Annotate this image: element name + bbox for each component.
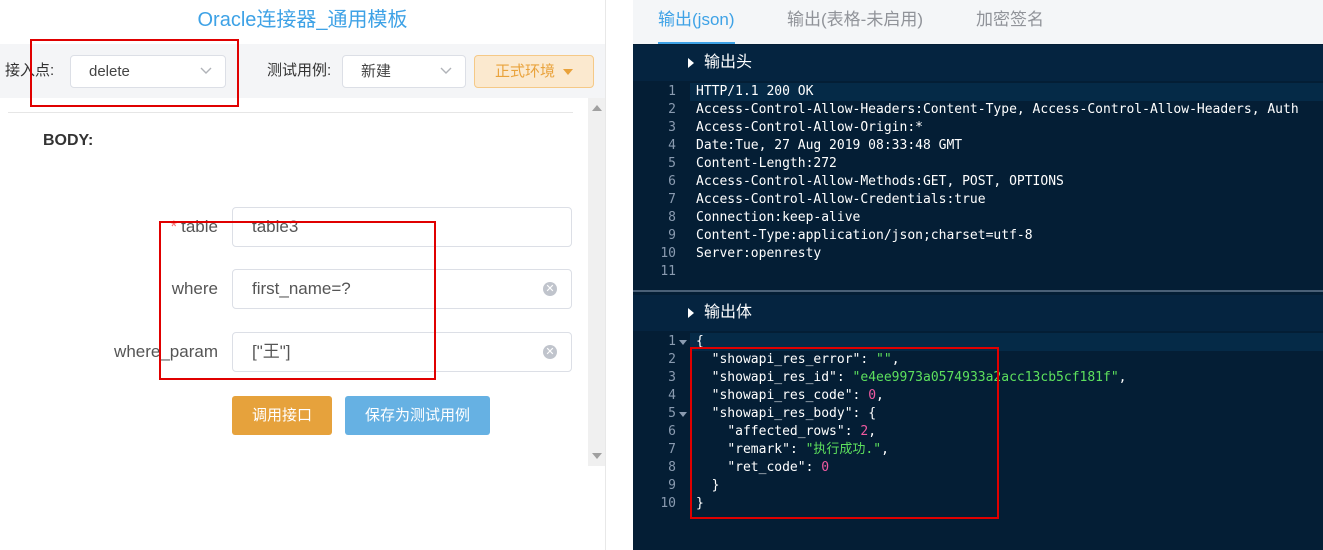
fold-icon[interactable] [679, 412, 687, 417]
testcase-label: 测试用例: [267, 62, 332, 79]
environment-label: 正式环境 [494, 63, 555, 80]
headers-section-title: 输出头 [704, 54, 753, 71]
output-tabs: 输出(json) 输出(表格-未启用) 加密签名 [633, 0, 1323, 44]
panel-splitter[interactable] [605, 0, 633, 550]
fold-icon[interactable] [679, 340, 687, 345]
app-window: Oracle连接器_通用模板 接入点: delete 测试用例: 新建 正式环境… [0, 0, 1323, 550]
form-scrollbar[interactable] [588, 98, 605, 466]
section-divider [633, 290, 1323, 292]
environment-dropdown-button[interactable]: 正式环境 [474, 55, 594, 88]
body-section-title: 输出体 [704, 304, 753, 321]
testcase-select[interactable]: 新建 [342, 55, 466, 88]
code-line: Access-Control-Allow-Credentials:true [696, 192, 986, 207]
body-section-label: BODY: [43, 132, 94, 149]
request-panel: Oracle连接器_通用模板 接入点: delete 测试用例: 新建 正式环境… [0, 0, 605, 550]
annotation-box-response [690, 347, 999, 519]
caret-right-icon [688, 308, 694, 318]
body-section-toggle[interactable]: 输出体 [633, 295, 1323, 331]
response-panel: 输出(json) 输出(表格-未启用) 加密签名 输出头 1234 5678 9… [633, 0, 1323, 550]
annotation-box-endpoint [30, 39, 239, 107]
code-line: Date:Tue, 27 Aug 2019 08:33:48 GMT [696, 138, 963, 153]
tab-signature[interactable]: 加密签名 [976, 0, 1044, 44]
headers-code-lines: HTTP/1.1 200 OK Access-Control-Allow-Hea… [690, 83, 1323, 281]
code-line: Access-Control-Allow-Methods:GET, POST, … [696, 174, 1064, 189]
code-line: Connection:keep-alive [696, 210, 861, 225]
clear-icon[interactable]: ✕ [543, 345, 557, 359]
divider [8, 112, 573, 113]
clear-icon[interactable]: ✕ [543, 282, 557, 296]
call-api-button[interactable]: 调用接口 [232, 396, 332, 435]
code-line: HTTP/1.1 200 OK [690, 83, 1323, 101]
page-title: Oracle连接器_通用模板 [197, 9, 408, 31]
line-number-gutter: 1234 5678 9 10 11 [633, 83, 689, 281]
empty-area [0, 466, 605, 550]
testcase-value: 新建 [361, 63, 392, 80]
headers-section-toggle[interactable]: 输出头 [633, 45, 1323, 81]
caret-down-icon [563, 69, 573, 76]
save-testcase-button[interactable]: 保存为测试用例 [345, 396, 490, 435]
scroll-down-icon[interactable] [592, 453, 602, 459]
line-number-gutter: 1234 5678 9 10 [633, 333, 689, 513]
chevron-down-icon [440, 67, 452, 74]
code-line: Content-Type:application/json;charset=ut… [696, 228, 1033, 243]
code-line: Content-Length:272 [696, 156, 837, 171]
annotation-box-fields [159, 221, 436, 380]
code-line: Access-Control-Allow-Origin:* [696, 120, 923, 135]
caret-right-icon [688, 58, 694, 68]
code-line: Server:openresty [696, 246, 822, 261]
headers-code-view: 1234 5678 9 10 11 HTTP/1.1 200 OK Access-C… [633, 83, 1323, 281]
scroll-up-icon[interactable] [592, 105, 602, 111]
tab-output-table[interactable]: 输出(表格-未启用) [787, 0, 923, 44]
tab-output-json[interactable]: 输出(json) [658, 0, 735, 44]
code-line: Access-Control-Allow-Headers:Content-Typ… [696, 102, 1299, 117]
